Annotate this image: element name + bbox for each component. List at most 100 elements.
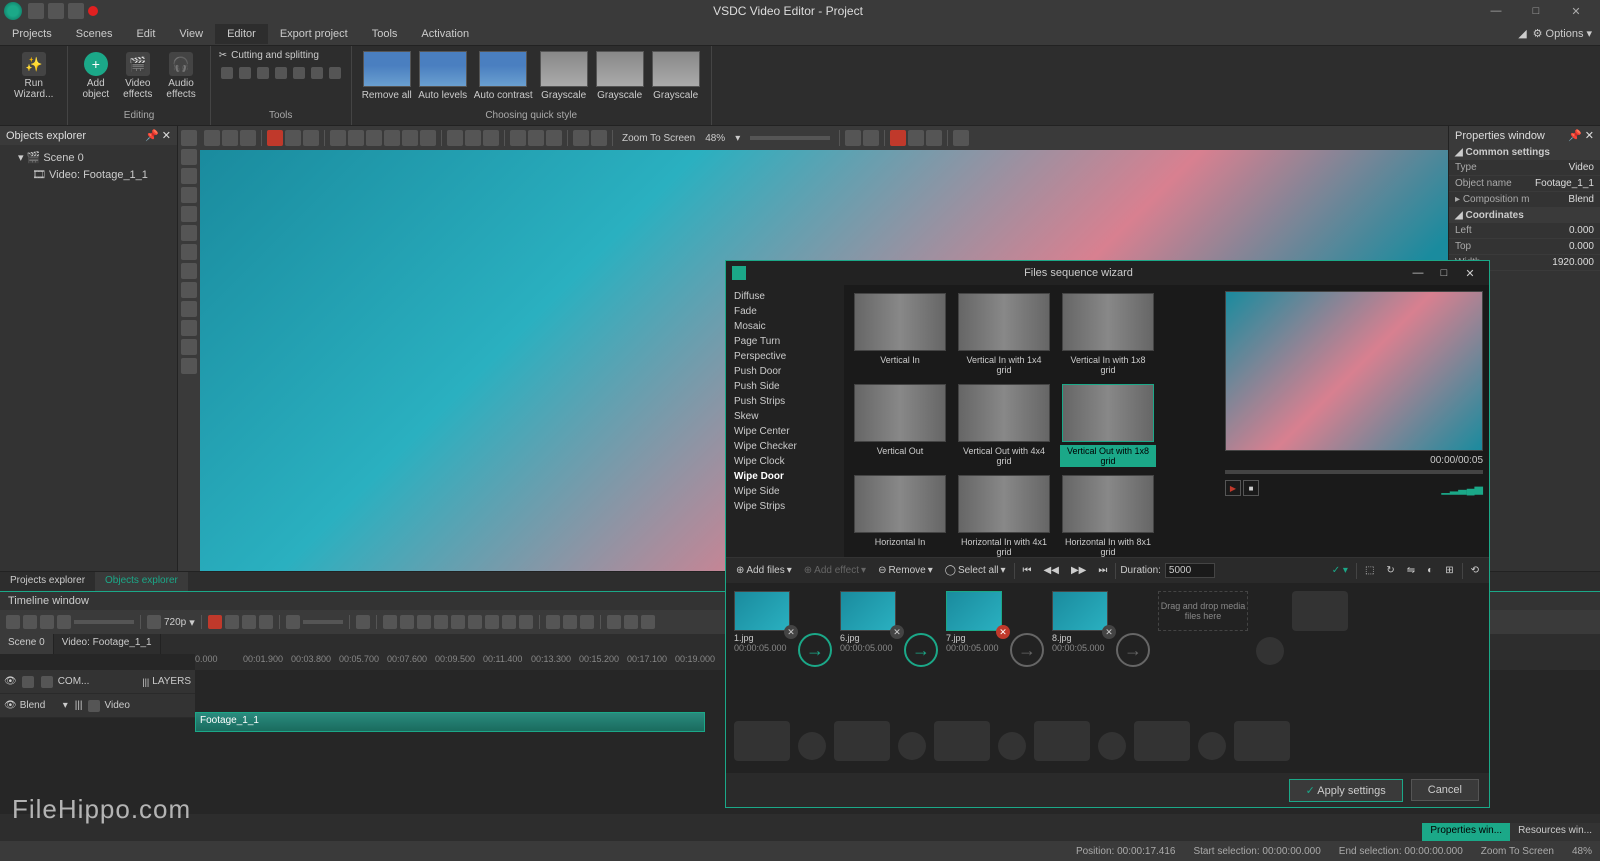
placeholder-slot[interactable] xyxy=(934,721,990,761)
preview-progress[interactable] xyxy=(1225,470,1483,474)
cursor-tool-icon[interactable] xyxy=(181,130,197,146)
variant-cell[interactable]: Vertical In with 1x4 grid xyxy=(954,291,1054,378)
arrow-icon[interactable] xyxy=(546,130,562,146)
transition-list[interactable]: Diffuse Fade Mosaic Page Turn Perspectiv… xyxy=(726,285,844,557)
file-thumbnail[interactable] xyxy=(840,591,896,631)
image-tool-icon[interactable] xyxy=(181,282,197,298)
align-icon[interactable] xyxy=(384,130,400,146)
transition-variant-grid[interactable]: Vertical In Vertical In with 1x4 grid Ve… xyxy=(844,285,1219,557)
remove-button[interactable]: ⊖Remove ▾ xyxy=(874,562,937,580)
cut-icon[interactable] xyxy=(204,130,220,146)
projects-explorer-tab[interactable]: Projects explorer xyxy=(0,572,95,591)
dropdown-icon[interactable]: ▾ xyxy=(63,700,68,711)
remove-file-icon[interactable]: ✕ xyxy=(996,625,1010,639)
tool-icon[interactable] xyxy=(293,67,305,79)
zoom-dropdown-icon[interactable]: ▾ xyxy=(735,133,740,144)
arrow-icon[interactable] xyxy=(528,130,544,146)
placeholder-slot[interactable] xyxy=(834,721,890,761)
placeholder-slot[interactable] xyxy=(1256,637,1284,665)
cancel-button[interactable]: Cancel xyxy=(1411,779,1479,801)
loop-icon[interactable] xyxy=(356,615,370,629)
tl-tool-icon[interactable] xyxy=(259,615,273,629)
step-fwd-icon[interactable] xyxy=(468,615,482,629)
placeholder-slot[interactable] xyxy=(1234,721,1290,761)
transition-item[interactable]: Wipe Center xyxy=(730,424,840,439)
options-dropdown-icon[interactable]: ▾ xyxy=(1586,27,1592,40)
tl-tool-icon[interactable] xyxy=(546,615,560,629)
placeholder-slot[interactable] xyxy=(898,732,926,760)
resources-tab[interactable]: Resources win... xyxy=(1510,823,1600,841)
wizard-file-strip-2[interactable] xyxy=(726,713,1489,773)
coordinates-section[interactable]: ◢ Coordinates xyxy=(1449,208,1600,223)
volume-icon[interactable] xyxy=(286,615,300,629)
transition-item[interactable]: Wipe Clock xyxy=(730,454,840,469)
audio-effects-button[interactable]: 🎧 Audio effects xyxy=(160,50,201,102)
add-effect-button[interactable]: ⊕Add effect ▾ xyxy=(800,562,870,580)
file-thumbnail[interactable] xyxy=(946,591,1002,631)
next-frame-icon[interactable] xyxy=(502,615,516,629)
common-settings-section[interactable]: ◢ Common settings xyxy=(1449,145,1600,160)
video-effects-button[interactable]: 🎬 Video effects xyxy=(117,50,158,102)
align-icon[interactable] xyxy=(366,130,382,146)
file-item[interactable]: 1.jpg 00:00:05.000 ✕ xyxy=(734,591,790,653)
dropdown-icon[interactable]: ▾ xyxy=(189,616,195,629)
tl-minus-icon[interactable] xyxy=(23,615,37,629)
cutting-label[interactable]: Cutting and splitting xyxy=(231,50,319,61)
tl-tool-icon[interactable] xyxy=(607,615,621,629)
variant-cell[interactable]: Vertical In xyxy=(850,291,950,378)
tl-monitor-icon[interactable] xyxy=(147,615,161,629)
paste-icon[interactable] xyxy=(240,130,256,146)
step-back-icon[interactable] xyxy=(434,615,448,629)
tab-editor[interactable]: Editor xyxy=(215,24,268,44)
eye-icon[interactable]: 👁 xyxy=(4,700,17,711)
tool-icon[interactable] xyxy=(275,67,287,79)
align-icon[interactable] xyxy=(348,130,364,146)
variant-cell-selected[interactable]: Vertical Out with 1x8 grid xyxy=(1058,382,1158,469)
tab-export[interactable]: Export project xyxy=(268,24,360,44)
transition-item[interactable]: Perspective xyxy=(730,349,840,364)
zoom-mode-label[interactable]: Zoom To Screen xyxy=(622,133,695,144)
tab-scenes[interactable]: Scenes xyxy=(64,24,125,44)
track-icon[interactable] xyxy=(41,676,53,688)
gear-icon[interactable]: ⚙ xyxy=(1533,27,1543,40)
preview-stop-button[interactable]: ■ xyxy=(1243,480,1259,496)
align-icon[interactable] xyxy=(402,130,418,146)
placeholder-slot[interactable] xyxy=(1098,732,1126,760)
properties-tab[interactable]: Properties win... xyxy=(1422,823,1510,841)
skip-end-icon[interactable]: ⏭ xyxy=(1094,562,1111,580)
placeholder-slot[interactable] xyxy=(798,732,826,760)
crop-icon[interactable]: ⬚ xyxy=(1361,562,1378,580)
skip-start-icon[interactable] xyxy=(383,615,397,629)
move-tool-icon[interactable] xyxy=(181,358,197,374)
effect-icon[interactable]: ⊞ xyxy=(1441,562,1457,580)
transition-item[interactable]: Push Door xyxy=(730,364,840,379)
wizard-file-strip[interactable]: 1.jpg 00:00:05.000 ✕ → 6.jpg 00:00:05.00… xyxy=(726,583,1489,713)
flip-icon[interactable]: ⇋ xyxy=(1403,562,1419,580)
transition-arrow-icon[interactable]: → xyxy=(1116,633,1150,667)
placeholder-slot[interactable] xyxy=(998,732,1026,760)
style-grayscale-2[interactable]: Grayscale xyxy=(595,50,645,101)
pin-icon[interactable]: 📌 xyxy=(1568,130,1582,142)
tl-tool-icon[interactable] xyxy=(641,615,655,629)
track-blend[interactable]: 👁 Blend ▾ ||| Video xyxy=(0,694,195,718)
tl-tool-icon[interactable] xyxy=(40,615,54,629)
layer-icon[interactable] xyxy=(591,130,607,146)
file-item[interactable]: 8.jpg 00:00:05.000 ✕ xyxy=(1052,591,1108,653)
transition-item[interactable]: Wipe Side xyxy=(730,484,840,499)
guide-icon[interactable] xyxy=(926,130,942,146)
transition-arrow-icon[interactable]: → xyxy=(798,633,832,667)
transition-item[interactable]: Page Turn xyxy=(730,334,840,349)
tl-tool-icon[interactable] xyxy=(225,615,239,629)
placeholder-slot[interactable] xyxy=(1292,591,1348,631)
maximize-button[interactable]: □ xyxy=(1516,0,1556,22)
transition-item[interactable]: Wipe Checker xyxy=(730,439,840,454)
tool-icon[interactable] xyxy=(257,67,269,79)
redo-icon[interactable] xyxy=(303,130,319,146)
record-icon[interactable] xyxy=(88,6,98,16)
rotate-icon[interactable]: ↻ xyxy=(1382,562,1398,580)
close-panel-icon[interactable]: ✕ xyxy=(162,130,171,142)
next-icon[interactable]: ▶▶ xyxy=(1067,562,1090,580)
qat-save-icon[interactable] xyxy=(48,3,64,19)
objects-explorer-tab[interactable]: Objects explorer xyxy=(95,572,188,591)
transition-item[interactable]: Fade xyxy=(730,304,840,319)
